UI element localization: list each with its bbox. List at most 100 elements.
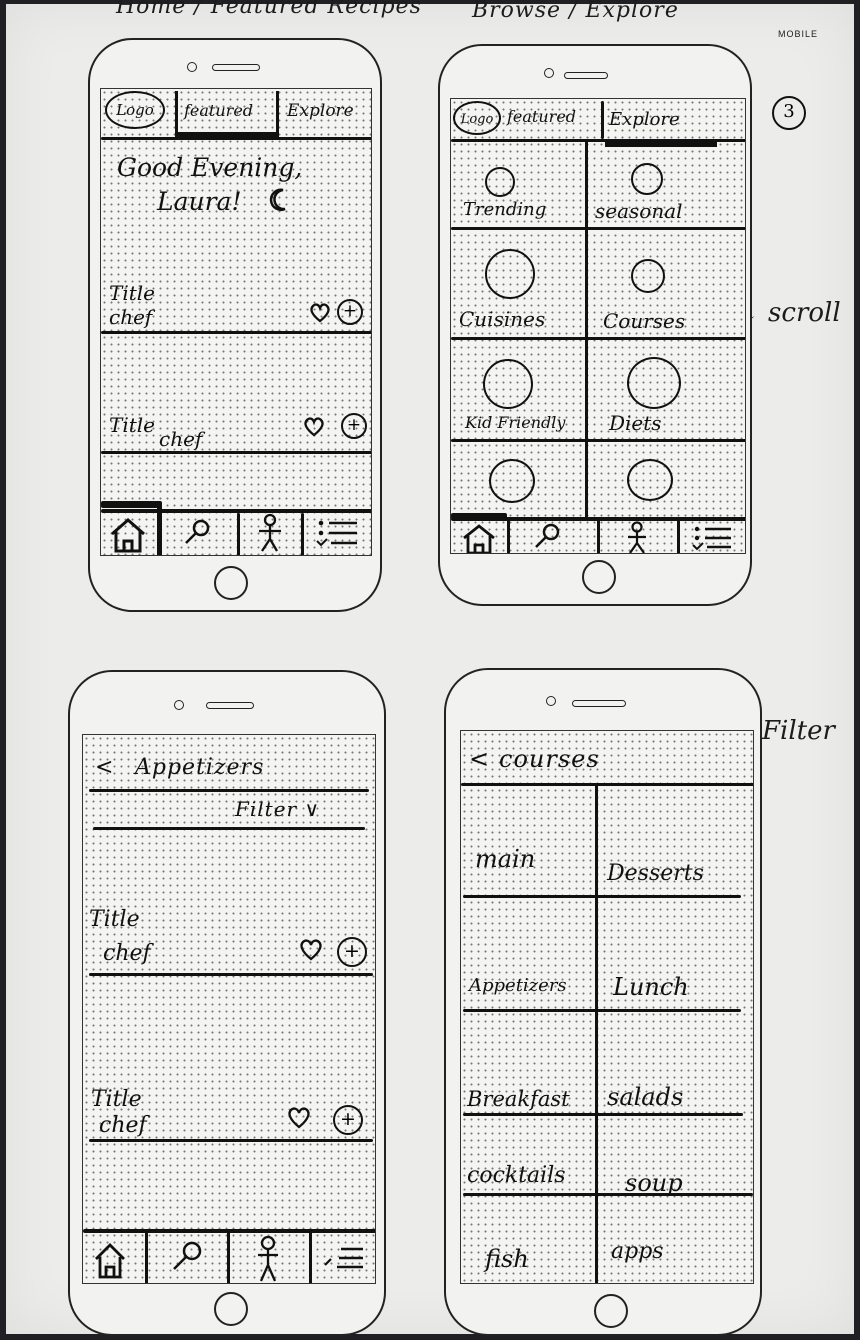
tab-separator [507, 519, 510, 553]
screen-courses: < courses main Desserts Appetizers Lunch… [460, 730, 754, 1284]
list-icon[interactable] [691, 525, 735, 551]
add-button[interactable]: + [337, 299, 363, 325]
tab-featured[interactable]: featured [507, 109, 576, 125]
card-divider [89, 1139, 373, 1142]
person-icon[interactable] [253, 1235, 283, 1283]
back-button[interactable]: < [469, 747, 489, 771]
home-icon[interactable] [109, 517, 147, 553]
greeting-line1: Good Evening, [117, 153, 303, 182]
course-item[interactable]: salads [607, 1085, 683, 1109]
course-item[interactable]: Desserts [607, 863, 704, 885]
search-icon[interactable] [533, 521, 563, 551]
grid-divider [463, 1113, 743, 1116]
add-button[interactable]: + [333, 1105, 363, 1135]
heart-icon[interactable] [303, 417, 325, 437]
page-number: 3 [772, 96, 806, 130]
category-label[interactable]: Diets [609, 413, 662, 433]
add-button[interactable]: + [341, 413, 367, 439]
category-label[interactable]: Kid Friendly [465, 415, 565, 431]
person-icon[interactable] [623, 521, 651, 554]
category-image [485, 249, 535, 299]
heart-icon[interactable] [309, 303, 331, 323]
home-hardware-button [594, 1294, 628, 1328]
list-icon[interactable] [315, 519, 361, 547]
tab-featured[interactable]: featured [175, 91, 279, 137]
course-item[interactable]: main [475, 847, 535, 871]
screen-browse: Logo featured Explore Trending seasonal … [450, 98, 746, 554]
home-icon[interactable] [461, 523, 497, 554]
speaker [572, 700, 626, 707]
search-icon[interactable] [183, 517, 213, 547]
person-icon[interactable] [255, 513, 285, 553]
list-icon[interactable] [323, 1243, 367, 1273]
home-hardware-button [214, 566, 248, 600]
category-image [489, 459, 535, 503]
category-label[interactable]: seasonal [595, 201, 683, 221]
course-item[interactable]: cocktails [467, 1165, 566, 1187]
camera [546, 696, 556, 706]
card-chef: chef [99, 1113, 147, 1138]
wireframe-sheet: Home / Featured Recipes Browse / Explore… [6, 0, 854, 1336]
header-divider [461, 783, 753, 786]
tab-separator [677, 519, 680, 553]
phone-courses: < courses main Desserts Appetizers Lunch… [444, 668, 762, 1336]
category-image [627, 357, 681, 409]
filter-note: Filter [762, 716, 835, 746]
card-divider [101, 451, 371, 454]
tab-explore[interactable]: Explore [287, 103, 354, 120]
category-label[interactable]: Cuisines [459, 309, 545, 329]
grid-divider [451, 439, 745, 442]
nav-divider [101, 137, 371, 140]
card-title[interactable]: Title [109, 415, 155, 435]
moon-icon [269, 188, 286, 212]
grid-divider-vertical [585, 139, 588, 519]
category-image [483, 359, 533, 409]
category-label[interactable]: Trending [463, 201, 546, 219]
grid-divider [451, 227, 745, 230]
course-item[interactable]: Lunch [613, 975, 689, 999]
course-item[interactable]: Breakfast [467, 1089, 570, 1110]
back-button[interactable]: < [95, 757, 113, 779]
course-item[interactable]: Appetizers [469, 977, 567, 995]
course-item[interactable]: soup [625, 1171, 683, 1195]
camera [174, 700, 184, 710]
filter-divider [93, 827, 365, 830]
camera [187, 62, 197, 72]
speaker [206, 702, 254, 709]
phone-home: Logo featured Explore Good Evening, Laur… [88, 38, 382, 612]
course-item[interactable]: fish [485, 1247, 529, 1271]
camera [544, 68, 554, 78]
home-hardware-button [582, 560, 616, 594]
logo[interactable]: Logo [453, 101, 501, 135]
logo[interactable]: Logo [105, 91, 165, 129]
card-divider [89, 973, 373, 976]
course-item[interactable]: apps [611, 1241, 664, 1263]
card-chef: chef [109, 305, 153, 329]
category-image [627, 459, 673, 501]
header-divider [89, 789, 369, 792]
card-title[interactable]: Title [89, 909, 140, 931]
category-image [631, 259, 665, 293]
scroll-note: ↓ scroll [738, 298, 841, 328]
card-title[interactable]: Title [91, 1089, 142, 1111]
home-tab-active-indicator [451, 513, 507, 519]
heart-icon[interactable] [287, 1107, 311, 1129]
search-icon[interactable] [171, 1239, 205, 1273]
phone-browse: Logo featured Explore Trending seasonal … [438, 44, 752, 606]
tab-separator [145, 1231, 148, 1283]
home-icon[interactable] [93, 1241, 127, 1279]
category-label[interactable]: Courses [603, 311, 685, 331]
tab-separator [301, 513, 304, 555]
heart-icon[interactable] [299, 939, 323, 961]
home-tab-active-indicator [101, 501, 161, 508]
category-image [631, 163, 663, 195]
filter-dropdown[interactable]: Filter ∨ [235, 799, 320, 819]
card-title[interactable]: Title [109, 283, 155, 303]
tab-separator [597, 519, 600, 553]
card-divider [101, 331, 371, 334]
grid-divider [463, 1193, 753, 1196]
screen-appetizers: < Appetizers Filter ∨ Title chef + Title… [82, 734, 376, 1284]
heading-home: Home / Featured Recipes [116, 0, 422, 19]
add-button[interactable]: + [337, 937, 367, 967]
card-chef: chef [103, 941, 151, 966]
